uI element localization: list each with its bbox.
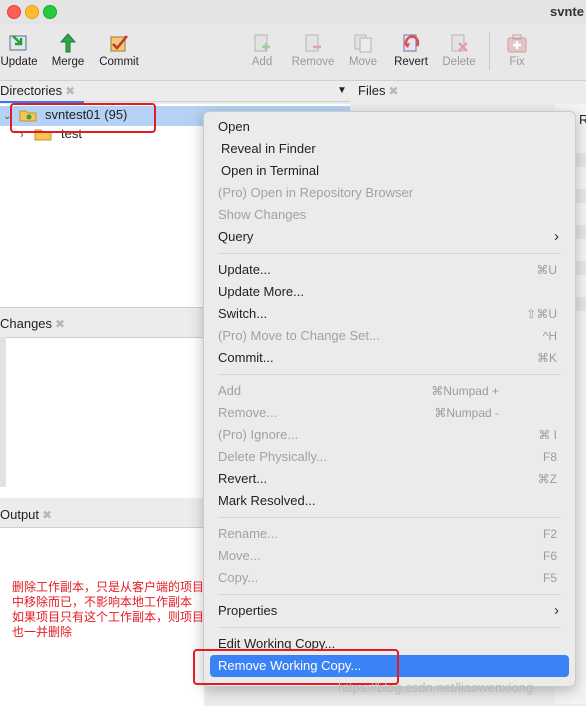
menu-item-revert[interactable]: Revert... ⌘Z [210,468,569,490]
toolbar-separator [489,32,490,70]
menu-separator [218,253,561,254]
move-button[interactable]: Move [348,32,378,68]
annotation-highlight-project [10,103,156,133]
commit-label: Commit [99,56,139,68]
output-title: Output [0,507,40,522]
menu-item-query[interactable]: Query › [210,226,569,248]
add-label: Add [251,56,273,68]
title-bar: svnte [0,0,586,24]
revert-icon [399,32,423,54]
submenu-chevron-icon: › [554,602,559,619]
submenu-chevron-icon: › [554,228,559,245]
annotation-note: 删除工作副本，只是从客户端的项目 中移除而已，不影响本地工作副本 如果项目只有这… [12,580,252,640]
fix-button[interactable]: Fix [505,32,529,68]
fix-label: Fix [509,56,525,68]
menu-item-add[interactable]: Add ⌘Numpad + [210,380,569,402]
merge-label: Merge [51,56,85,68]
collapse-triangle-icon[interactable]: ▼ [337,85,347,96]
directories-title: Directories [0,83,63,98]
annotation-line: 中移除而已，不影响本地工作副本 [12,595,193,609]
close-panel-icon[interactable]: ✖ [55,317,65,331]
menu-item-rename[interactable]: Rename... F2 [210,523,569,545]
move-icon [351,32,375,54]
revert-button[interactable]: Revert [393,32,429,68]
watermark: https://blog.csdn.net/liaowenxiong [338,680,534,695]
close-window-button[interactable] [7,5,21,19]
menu-item-open-repository-browser[interactable]: (Pro) Open in Repository Browser [210,182,569,204]
delete-label: Delete [442,56,476,68]
menu-item-properties[interactable]: Properties › [210,600,569,622]
remove-button[interactable]: Remove [291,32,335,68]
merge-button[interactable]: Merge [49,32,87,68]
context-menu: Open Reveal in Finder Open in Terminal (… [203,111,576,687]
menu-item-move-to-change-set[interactable]: (Pro) Move to Change Set... ^H [210,325,569,347]
menu-item-open[interactable]: Open [210,116,569,138]
menu-item-open-in-terminal[interactable]: Open in Terminal [210,160,569,182]
close-panel-icon[interactable]: ✖ [65,84,75,98]
files-header: Files ✖ [358,83,586,101]
add-icon [250,32,274,54]
remove-label: Remove [291,56,335,68]
menu-separator [218,374,561,375]
annotation-line: 删除工作副本，只是从客户端的项目 [12,580,205,594]
menu-item-mark-resolved[interactable]: Mark Resolved... [210,490,569,512]
menu-item-show-changes[interactable]: Show Changes [210,204,569,226]
menu-item-switch[interactable]: Switch... ⇧⌘U [210,303,569,325]
add-button[interactable]: Add [249,32,275,68]
commit-button[interactable]: Commit [96,32,142,68]
files-column-header[interactable]: R [579,112,586,127]
delete-icon [447,32,471,54]
menu-item-reveal-in-finder[interactable]: Reveal in Finder [210,138,569,160]
toolbar: Update Merge Commit Add Remove Move Reve… [0,24,586,81]
zoom-window-button[interactable] [43,5,57,19]
delete-button[interactable]: Delete [441,32,477,68]
menu-item-move[interactable]: Move... F6 [210,545,569,567]
update-label: Update [0,56,38,68]
commit-icon [107,32,131,54]
directories-header: Directories ✖ ▼ [0,83,350,102]
revert-label: Revert [394,56,428,68]
annotation-line: 也一并删除 [12,625,73,639]
menu-item-update-more[interactable]: Update More... [210,281,569,303]
menu-item-commit[interactable]: Commit... ⌘K [210,347,569,369]
close-panel-icon[interactable]: ✖ [42,508,52,522]
menu-item-copy[interactable]: Copy... F5 [210,567,569,589]
remove-icon [301,32,325,54]
merge-icon [56,32,80,54]
changes-title: Changes [0,316,53,331]
menu-separator [218,627,561,628]
menu-separator [218,594,561,595]
files-title: Files [358,83,386,98]
menu-item-ignore[interactable]: (Pro) Ignore... ⌘ I [210,424,569,446]
update-icon [7,32,31,54]
menu-item-update[interactable]: Update... ⌘U [210,259,569,281]
menu-item-remove[interactable]: Remove... ⌘Numpad - [210,402,569,424]
menu-item-delete-physically[interactable]: Delete Physically... F8 [210,446,569,468]
window-title: svnte [550,4,584,19]
changes-gutter [0,337,6,487]
changes-list [0,337,204,498]
minimize-window-button[interactable] [25,5,39,19]
close-panel-icon[interactable]: ✖ [388,84,398,98]
first-aid-icon [505,32,529,54]
update-button[interactable]: Update [0,32,38,68]
menu-separator [218,517,561,518]
annotation-line: 如果项目只有这个工作副本，则项目 [12,610,205,624]
move-label: Move [348,56,378,68]
